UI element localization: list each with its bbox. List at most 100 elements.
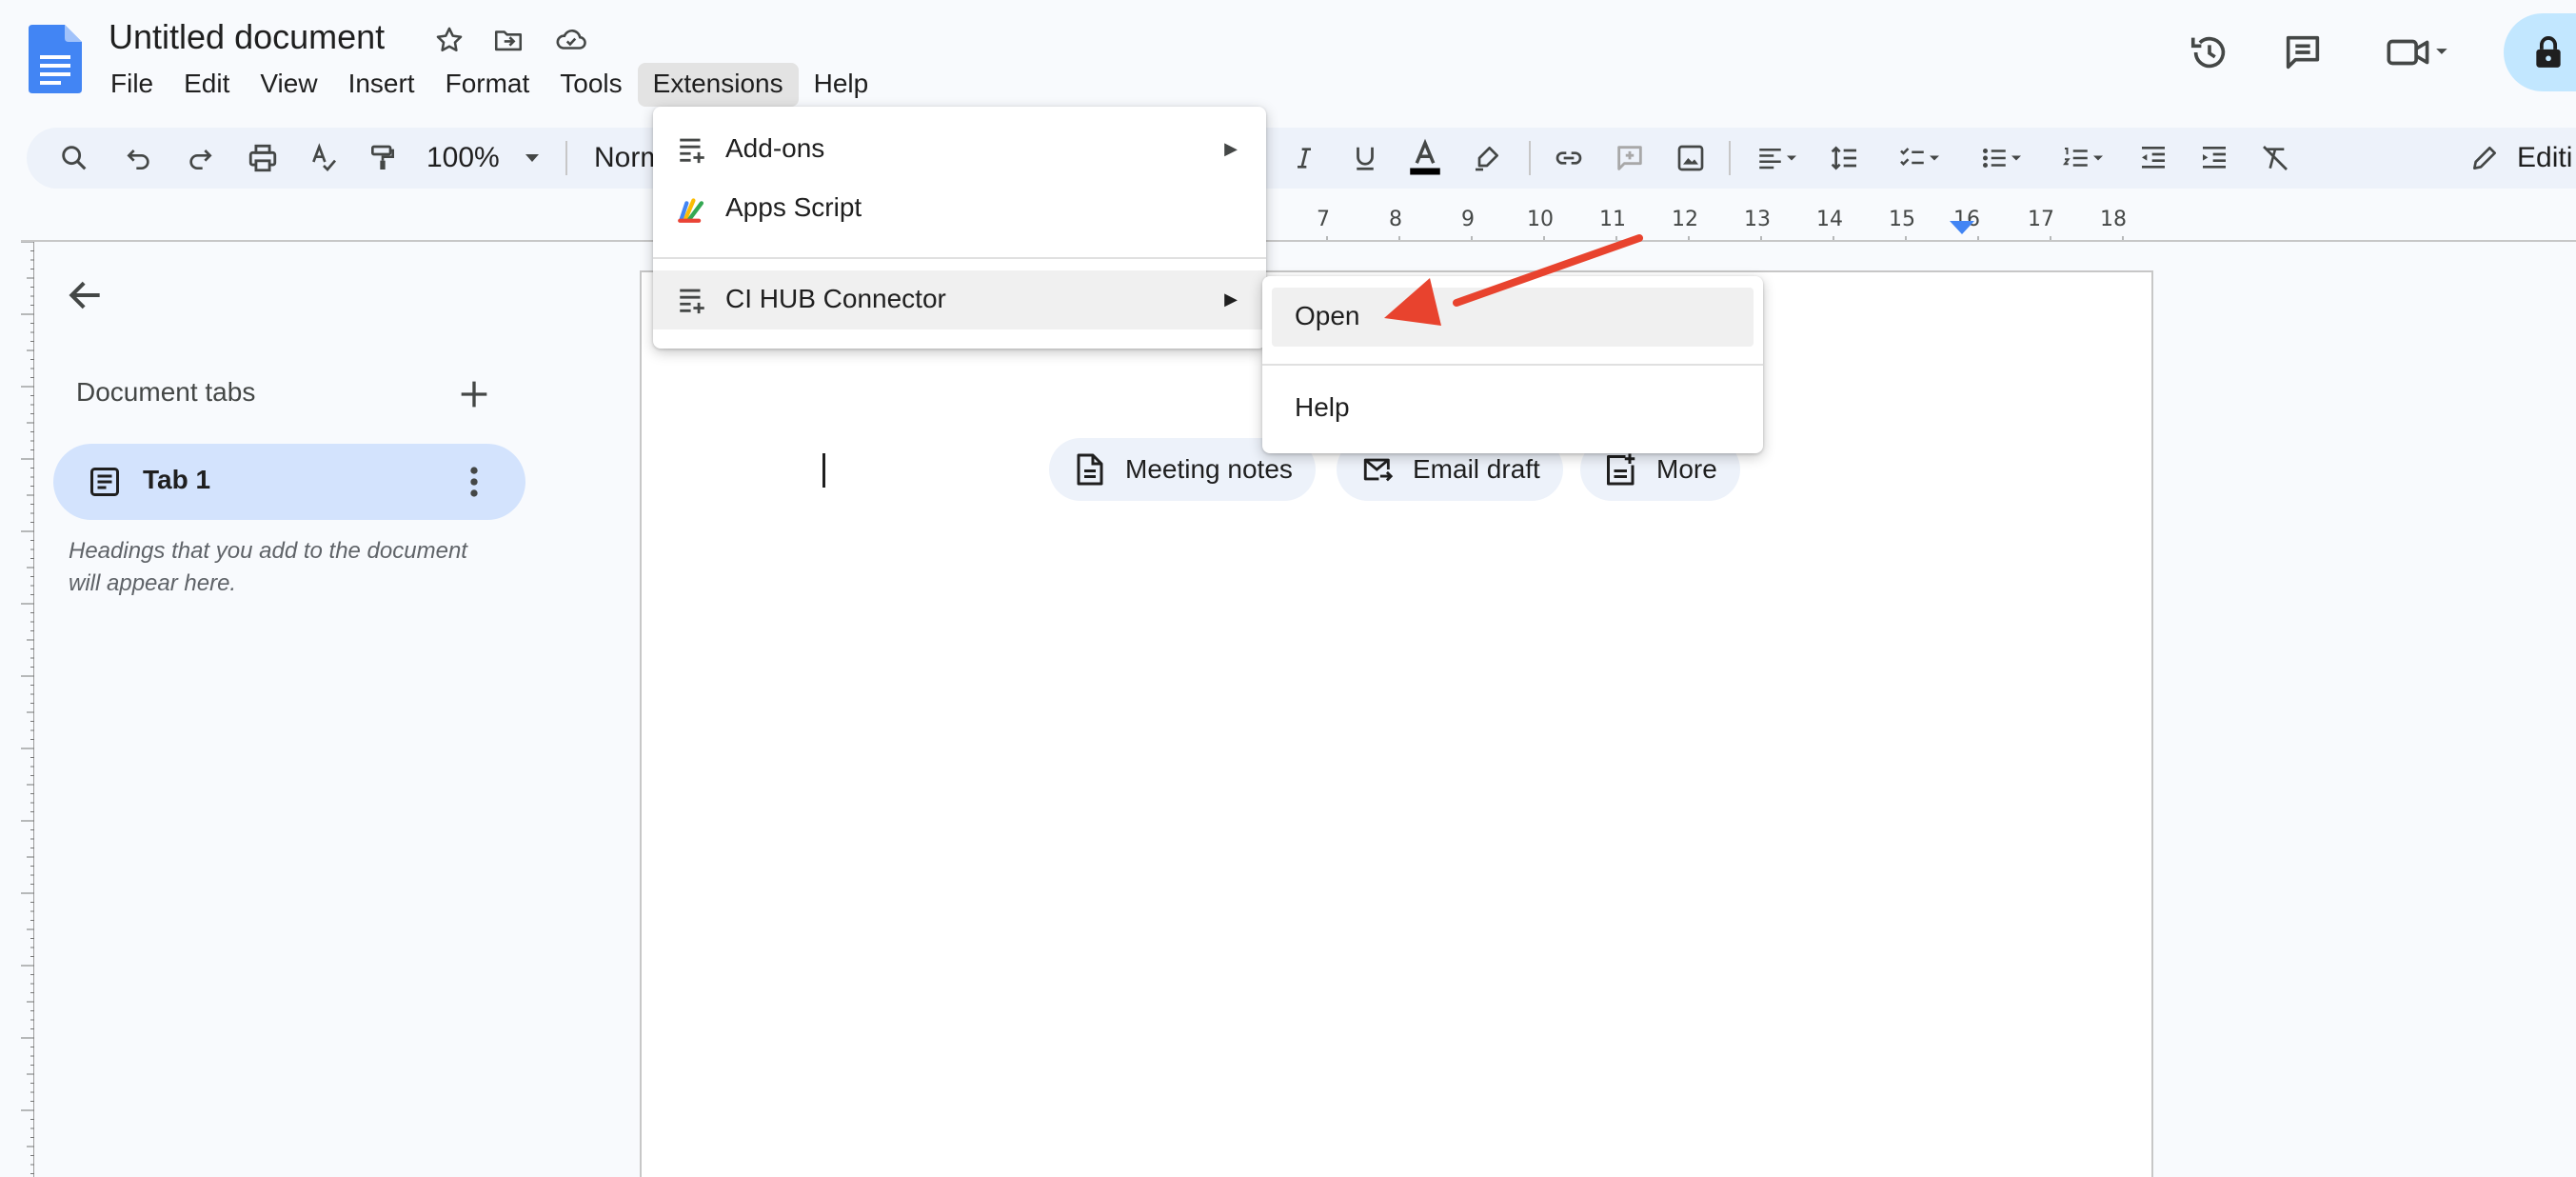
menu-insert[interactable]: Insert xyxy=(333,63,430,107)
editing-mode-label: Editi xyxy=(2517,142,2573,173)
print-icon[interactable] xyxy=(240,137,286,179)
app-header: Untitled document File Edit View Insert … xyxy=(0,0,2576,114)
formatting-toolbar: 100% Norm Editi xyxy=(27,128,2576,189)
menu-item-apps-script[interactable]: Apps Script xyxy=(653,179,1266,238)
ruler-number: 7 xyxy=(1317,208,1330,231)
menu-item-label: Apps Script xyxy=(725,192,862,222)
toolbar-divider xyxy=(1729,141,1731,175)
text-color-icon[interactable] xyxy=(1401,137,1449,179)
move-to-folder-icon[interactable] xyxy=(489,21,527,59)
tab-1[interactable]: Tab 1 xyxy=(53,444,525,520)
underline-icon[interactable] xyxy=(1344,137,1386,179)
share-button[interactable] xyxy=(2504,13,2576,91)
zoom-value: 100% xyxy=(426,142,500,173)
submenu-item-label: Help xyxy=(1295,392,1350,422)
menu-divider xyxy=(653,257,1266,259)
menu-format[interactable]: Format xyxy=(430,63,545,107)
add-tab-icon[interactable] xyxy=(455,375,493,413)
more-vertical-icon[interactable] xyxy=(453,461,495,503)
menu-edit[interactable]: Edit xyxy=(168,63,245,107)
tabs-hint-text: Headings that you add to the document wi… xyxy=(69,538,467,596)
tab-document-icon xyxy=(90,468,119,496)
redo-icon[interactable] xyxy=(179,137,221,179)
menu-item-ci-hub-connector[interactable]: CI HUB Connector ▶ xyxy=(653,270,1266,329)
chip-label: Email draft xyxy=(1413,454,1540,484)
editing-mode-button[interactable]: Editi xyxy=(2469,137,2576,179)
bulleted-list-icon[interactable] xyxy=(1969,137,2035,179)
ruler-number: 14 xyxy=(1816,208,1843,231)
insert-image-icon[interactable] xyxy=(1670,137,1712,179)
submenu-item-help[interactable]: Help xyxy=(1262,379,1763,438)
menu-tools[interactable]: Tools xyxy=(545,63,637,107)
add-ons-icon xyxy=(680,138,704,164)
zoom-select[interactable]: 100% xyxy=(426,137,541,179)
undo-icon[interactable] xyxy=(118,137,160,179)
checklist-icon[interactable] xyxy=(1887,137,1953,179)
highlight-color-icon[interactable] xyxy=(1466,137,1508,179)
search-menus-icon[interactable] xyxy=(53,137,95,179)
menu-extensions[interactable]: Extensions xyxy=(637,63,799,107)
toolbar-divider xyxy=(1529,141,1531,175)
ci-hub-connector-submenu: Open Help xyxy=(1262,276,1763,453)
version-history-icon[interactable] xyxy=(2184,27,2235,78)
ruler-baseline xyxy=(21,240,2576,242)
menu-item-label: CI HUB Connector xyxy=(725,284,946,313)
apps-script-icon xyxy=(678,198,704,223)
ruler-number: 8 xyxy=(1389,208,1402,231)
submenu-arrow-icon: ▶ xyxy=(1224,139,1238,158)
chip-label: More xyxy=(1656,454,1717,484)
ruler-number: 15 xyxy=(1889,208,1915,231)
ruler-number: 13 xyxy=(1744,208,1771,231)
menu-view[interactable]: View xyxy=(245,63,332,107)
decrease-indent-icon[interactable] xyxy=(2132,137,2174,179)
menu-item-add-ons[interactable]: Add-ons ▶ xyxy=(653,120,1266,179)
more-templates-icon xyxy=(1607,453,1635,486)
document-tabs-heading: Document tabs xyxy=(76,377,256,407)
numbered-list-icon[interactable] xyxy=(2051,137,2117,179)
spelling-check-icon[interactable] xyxy=(303,137,345,179)
back-arrow-icon[interactable] xyxy=(65,274,107,316)
text-cursor xyxy=(822,453,825,488)
ruler-number: 10 xyxy=(1527,208,1554,231)
email-icon xyxy=(1363,458,1394,482)
right-indent-marker-icon[interactable] xyxy=(1950,221,1974,236)
extensions-menu: Add-ons ▶ Apps Script CI HUB Connector ▶ xyxy=(653,107,1266,349)
star-icon[interactable] xyxy=(430,21,468,59)
menu-file[interactable]: File xyxy=(95,63,168,107)
submenu-item-label: Open xyxy=(1295,301,1360,330)
submenu-item-open[interactable]: Open xyxy=(1272,288,1754,347)
tab-label: Tab 1 xyxy=(143,465,211,494)
submenu-arrow-icon: ▶ xyxy=(1224,289,1238,309)
menu-divider xyxy=(1262,364,1763,366)
add-comment-icon[interactable] xyxy=(1609,137,1651,179)
ruler-number: 11 xyxy=(1599,208,1626,231)
cloud-saved-icon[interactable] xyxy=(552,21,590,59)
chevron-down-icon xyxy=(525,154,539,162)
menu-item-label: Add-ons xyxy=(725,133,825,163)
increase-indent-icon[interactable] xyxy=(2193,137,2235,179)
ruler-number: 9 xyxy=(1461,208,1475,231)
ruler-number: 17 xyxy=(2028,208,2054,231)
ruler-number: 18 xyxy=(2100,208,2127,231)
docs-logo-icon[interactable] xyxy=(29,25,82,93)
insert-link-icon[interactable] xyxy=(1546,137,1592,179)
toolbar-divider xyxy=(565,141,567,175)
document-icon xyxy=(1077,453,1103,486)
chip-label: Meeting notes xyxy=(1125,454,1293,484)
menu-bar: File Edit View Insert Format Tools Exten… xyxy=(95,63,883,107)
clear-formatting-icon[interactable] xyxy=(2254,137,2296,179)
meet-video-icon[interactable] xyxy=(2380,27,2456,78)
vertical-ruler[interactable] xyxy=(21,242,34,1177)
add-ons-icon xyxy=(680,289,704,314)
document-title[interactable]: Untitled document xyxy=(109,17,385,57)
lock-icon xyxy=(2536,36,2561,68)
pencil-icon xyxy=(2473,147,2496,170)
italic-icon[interactable] xyxy=(1283,137,1325,179)
align-select-icon[interactable] xyxy=(1744,137,1811,179)
line-spacing-icon[interactable] xyxy=(1824,137,1866,179)
menu-help[interactable]: Help xyxy=(799,63,884,107)
ruler-number: 12 xyxy=(1672,208,1698,231)
comments-icon[interactable] xyxy=(2277,27,2328,78)
paint-format-icon[interactable] xyxy=(362,137,404,179)
vertical-ruler-ticks xyxy=(21,242,34,1174)
